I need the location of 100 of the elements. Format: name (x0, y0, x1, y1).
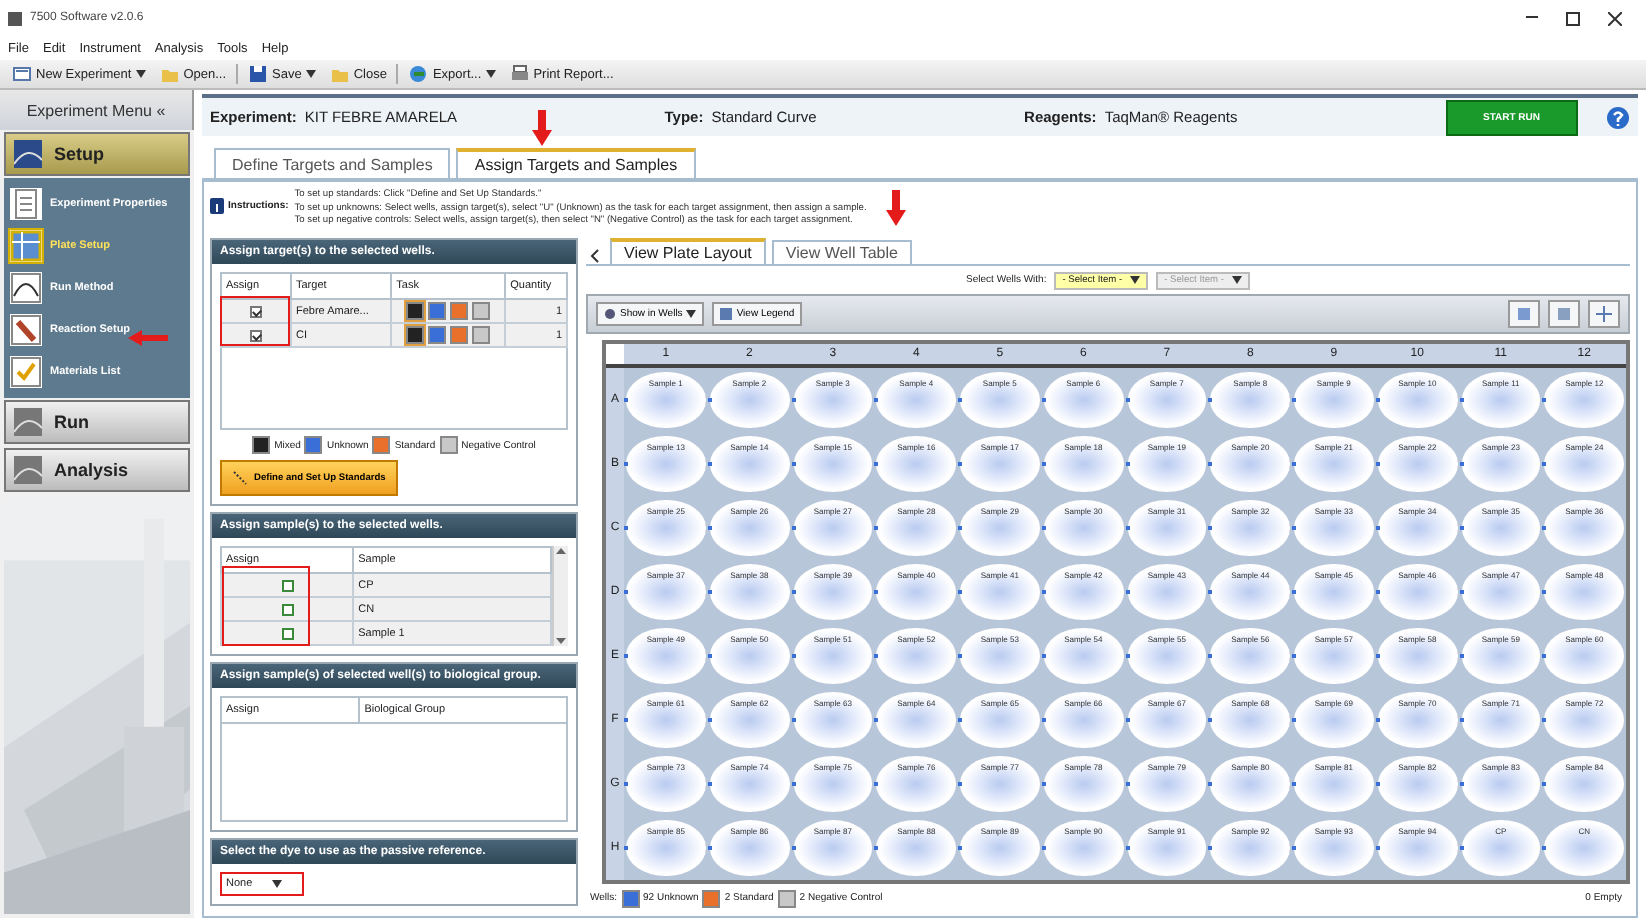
task-marker (874, 654, 879, 659)
task-marker (624, 398, 628, 403)
task-marker (1208, 718, 1213, 723)
task-marker (958, 526, 962, 531)
task-icon (621, 889, 640, 907)
document-icon (10, 188, 42, 220)
task-marker (874, 590, 879, 595)
task-marker (791, 590, 795, 595)
task-marker (1459, 782, 1463, 787)
help-icon[interactable] (1606, 105, 1631, 129)
curve-icon (10, 272, 42, 304)
view-icon[interactable] (1508, 300, 1540, 328)
task-marker (624, 782, 628, 787)
task-marker (1292, 718, 1296, 723)
close-icon[interactable] (1608, 11, 1622, 25)
caret-icon (1130, 276, 1141, 284)
task-marker (1375, 782, 1380, 787)
task-marker (1459, 846, 1463, 851)
view-icon[interactable] (1548, 300, 1580, 328)
task-marker (1208, 846, 1213, 851)
crosshair-icon[interactable] (1588, 300, 1620, 328)
globe-icon (408, 64, 429, 84)
task-marker (958, 654, 962, 659)
task-marker (791, 846, 795, 851)
task-marker (1375, 398, 1380, 403)
task-marker (1041, 526, 1046, 531)
task-marker (1125, 590, 1129, 595)
task-marker (791, 654, 795, 659)
sidebar-title: Experiment Menu « (0, 90, 194, 130)
sidebar-section[interactable]: Run (4, 400, 190, 444)
task-marker (958, 782, 962, 787)
section-icon (14, 140, 42, 168)
task-marker (1125, 782, 1129, 787)
task-marker (624, 590, 628, 595)
task-marker (958, 462, 962, 467)
task-marker (707, 590, 712, 595)
plate-grid-icon (10, 230, 42, 262)
checkbox[interactable] (250, 329, 262, 341)
task-marker (791, 462, 795, 467)
task-marker (1292, 654, 1296, 659)
tab[interactable]: Define Targets and Samples (214, 148, 451, 178)
task-marker (707, 526, 712, 531)
task-marker (958, 590, 962, 595)
task-marker (1208, 590, 1213, 595)
task-marker (791, 398, 795, 403)
task-marker (791, 526, 795, 531)
sidebar-section[interactable]: Setup (4, 132, 190, 176)
task-marker (1542, 526, 1547, 531)
task-marker (1125, 462, 1129, 467)
checkbox[interactable] (281, 627, 294, 639)
task-marker (1041, 846, 1046, 851)
task-marker (1375, 590, 1380, 595)
task-marker (1542, 590, 1547, 595)
minimize-icon[interactable] (1526, 16, 1538, 20)
task-marker (1208, 398, 1213, 403)
task-marker (1292, 462, 1296, 467)
grid-corner (606, 344, 624, 368)
task-marker (1459, 526, 1463, 531)
tab[interactable]: View Well Table (771, 240, 912, 264)
task-marker (1041, 718, 1046, 723)
collapse-icon[interactable] (586, 248, 604, 264)
section-icon (14, 408, 42, 436)
task-marker (1459, 590, 1463, 595)
checkbox[interactable] (281, 603, 294, 615)
task-marker (874, 846, 879, 851)
task-marker (958, 846, 962, 851)
tab[interactable]: Assign Targets and Samples (456, 148, 696, 178)
task-marker (1542, 718, 1547, 723)
maximize-icon[interactable] (1566, 11, 1580, 25)
task-marker (1041, 782, 1046, 787)
task-marker (1459, 654, 1463, 659)
checkmark-icon (10, 356, 42, 388)
scroll-down-icon[interactable] (556, 636, 567, 646)
task-icon (702, 889, 721, 907)
checkbox[interactable] (281, 579, 294, 591)
task-marker (624, 718, 628, 723)
task-marker (707, 718, 712, 723)
caret-icon (485, 70, 496, 78)
task-marker (624, 654, 628, 659)
task-marker (1375, 718, 1380, 723)
app-icon (8, 11, 22, 25)
task-marker (791, 718, 795, 723)
scroll-up-icon[interactable] (556, 546, 567, 556)
task-marker (624, 526, 628, 531)
checkbox[interactable] (250, 305, 262, 317)
task-marker (707, 462, 712, 467)
task-marker (1292, 846, 1296, 851)
task-marker (1292, 526, 1296, 531)
scrollbar[interactable] (552, 546, 568, 646)
task-marker (1125, 718, 1129, 723)
legend-icon (720, 308, 733, 320)
task-marker (1208, 654, 1213, 659)
task-marker (1375, 462, 1380, 467)
task-marker (707, 782, 712, 787)
caret-icon (272, 880, 283, 888)
task-icon (777, 889, 796, 907)
sidebar-section[interactable]: Analysis (4, 448, 190, 492)
tab[interactable]: View Plate Layout (610, 238, 766, 264)
task-marker (874, 398, 879, 403)
task-marker (1542, 846, 1547, 851)
